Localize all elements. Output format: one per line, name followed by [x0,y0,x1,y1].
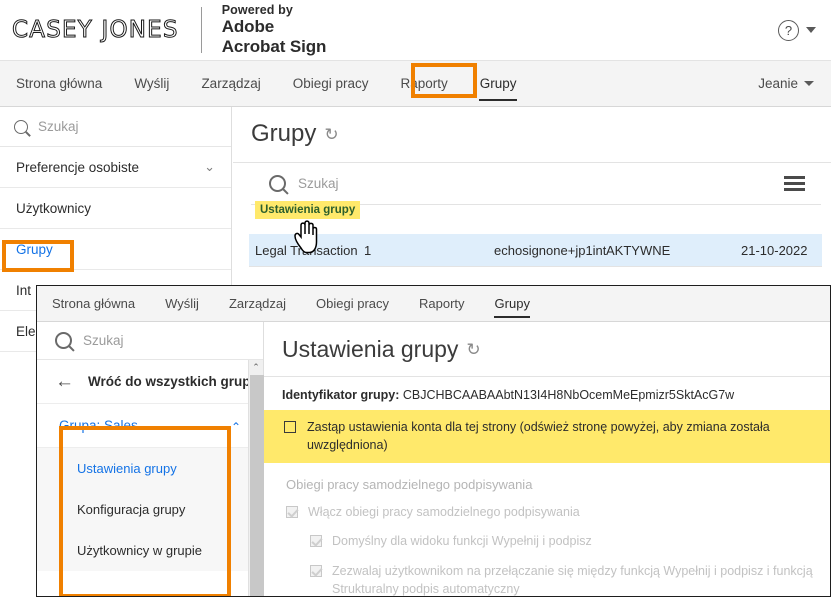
nav-tab-strona-glowna[interactable]: Strona główna [0,61,118,106]
option-label: Domyślny dla widoku funkcji Wypełnij i p… [332,534,592,549]
override-account-settings-row[interactable]: Zastąp ustawienia konta dla tej strony (… [264,410,830,464]
cell-date: 21-10-2022 [741,242,808,258]
option-row-wlacz-obiegi: Włącz obiegi pracy samodzielnego podpisy… [264,503,830,521]
sidebar-item-grupy[interactable]: Grupy [0,229,231,270]
cell-user-count: 1 [364,242,372,258]
overlay-nav-tab-strona-glowna[interactable]: Strona główna [37,286,150,321]
sidebar-item-label: Int [16,282,32,298]
sidebar-item-label: Preferencje osobiste [16,159,140,175]
option-label: Włącz obiegi pracy samodzielnego podpisy… [308,505,580,520]
app-header: CASEY JONES Powered by Adobe Acrobat Sig… [0,0,831,60]
brand-logo: CASEY JONES Powered by Adobe Acrobat Sig… [0,3,327,58]
group-identifier-row: Identyfikator grupy: CBJCHBCAABAAbtN13I4… [264,377,830,402]
nav-tab-zarzadzaj[interactable]: Zarządzaj [185,61,276,106]
overlay-sidebar-scrollbar[interactable]: ⌃ [248,360,264,596]
table-row[interactable]: Legal Transaction 1 echosignone+jp1inte … [249,234,822,267]
refresh-icon[interactable]: ↻ [324,126,338,143]
overlay-nav-tab-wyslij[interactable]: Wyślij [150,286,214,321]
help-circle-icon[interactable]: ? [778,19,799,41]
logo-divider [200,7,202,53]
powered-by-block: Powered by Adobe Acrobat Sign [222,3,327,58]
sidebar-item-label: Ele [16,323,36,339]
search-icon [55,332,72,349]
page-title: Grupy [251,120,317,147]
back-link-label: Wróć do wszystkich grup [88,374,251,389]
cell-email: echosignone+jp1inte [494,242,606,258]
hamburger-menu-icon[interactable] [784,176,805,191]
overlay-nav-tab-obiegi-pracy[interactable]: Obiegi pracy [301,286,404,321]
overlay-body: Szukaj ← Wróć do wszystkich grup Grupa: … [37,322,830,596]
groups-search-input[interactable]: Szukaj [298,176,339,191]
overlay-nav-tab-zarzadzaj[interactable]: Zarządzaj [214,286,301,321]
overlay-group-header[interactable]: Grupa: Sales ⌃ [37,404,263,448]
overlay-page-title-row: Ustawienia grupy ↻ [264,322,830,363]
overlay-submenu-konfiguracja-grupy[interactable]: Konfiguracja grupy [37,489,263,530]
overlay-submenu-uzytkownicy-w-grupie[interactable]: Użytkownicy w grupie [37,530,263,571]
sidebar-item-uzytkownicy[interactable]: Użytkownicy [0,188,231,229]
nav-tab-obiegi-pracy[interactable]: Obiegi pracy [277,61,385,106]
overlay-nav-tab-raporty[interactable]: Raporty [404,286,480,321]
override-checkbox-label: Zastąp ustawienia konta dla tej strony (… [307,420,770,453]
chevron-down-icon: ⌄ [204,159,215,174]
sidebar-item-label: Użytkownicy [16,200,92,216]
section-title-self-signing: Obiegi pracy samodzielnego podpisywania [286,477,533,493]
override-checkbox[interactable] [284,421,296,433]
sidebar-search-input[interactable]: Szukaj [38,119,79,134]
back-to-all-groups-link[interactable]: ← Wróć do wszystkich grup [37,360,263,404]
header-right-controls: ? [778,19,831,41]
cell-status: AKTYWNE [606,242,671,258]
nav-tab-grupy[interactable]: Grupy [464,61,533,106]
search-icon [269,175,286,192]
adobe-label: Adobe [221,17,275,37]
overlay-submenu-ustawienia-grupy[interactable]: Ustawienia grupy [37,448,263,489]
option-row-zezwalaj-przelaczanie: Zezwalaj użytkownikom na przełączanie si… [264,562,830,597]
groups-search-row: Szukaj [251,163,821,205]
overlay-sidebar: Szukaj ← Wróć do wszystkich grup Grupa: … [37,322,264,596]
group-identifier-value: CBJCHBCAABAAbtN13I4H8NbOcemMeEpmizr5SktA… [402,388,735,402]
page-title-row: Grupy ↻ [233,107,831,148]
overlay-group-label: Grupa: Sales [59,418,138,433]
chevron-down-icon[interactable] [806,27,816,33]
overlay-nav-tab-grupy[interactable]: Grupy [480,286,545,321]
acrobat-sign-label: Acrobat Sign [221,37,327,57]
nav-tab-wyslij[interactable]: Wyślij [118,61,185,106]
arrow-left-icon: ← [55,371,74,392]
sidebar-item-label: Grupy [16,241,53,257]
tooltip-ustawienia-grupy: Ustawienia grupy [255,201,361,219]
overlay-group-submenu: Ustawienia grupy Konfiguracja grupy Użyt… [37,448,263,571]
user-menu[interactable]: Jeanie [758,76,831,91]
main-nav-items: Strona główna Wyślij Zarządzaj Obiegi pr… [0,61,533,106]
overlay-content-panel: Ustawienia grupy ↻ Identyfikator grupy: … [264,322,830,596]
logo-text: CASEY JONES [12,17,179,44]
overlay-search-input[interactable]: Szukaj [83,333,124,348]
sidebar-item-preferencje-osobiste[interactable]: Preferencje osobiste ⌄ [0,147,231,188]
overlay-search-row[interactable]: Szukaj [37,322,263,360]
group-settings-overlay-window: Strona główna Wyślij Zarządzaj Obiegi pr… [36,285,831,597]
chevron-down-icon [804,81,814,86]
option-row-domyslny-wypelnij: Domyślny dla widoku funkcji Wypełnij i p… [264,532,830,550]
powered-by-label: Powered by [221,2,293,17]
scrollbar-thumb[interactable] [250,375,264,596]
nav-tab-raporty[interactable]: Raporty [385,61,464,106]
chevron-up-icon[interactable]: ⌃ [231,420,241,434]
screen-root: CASEY JONES Powered by Adobe Acrobat Sig… [0,0,831,597]
checkbox-domyslny-wypelnij [310,535,322,548]
overlay-page-title: Ustawienia grupy [282,336,459,362]
checkbox-zezwalaj-przelaczanie [310,564,322,577]
option-label: Zezwalaj użytkownikom na przełączanie si… [332,563,813,596]
cell-group-name: Legal Transaction [255,242,358,258]
sidebar-search-row[interactable]: Szukaj [0,107,231,147]
refresh-icon[interactable]: ↻ [466,341,480,358]
group-identifier-label: Identyfikator grupy: [282,388,400,402]
checkbox-wlacz-obiegi [286,506,298,519]
search-icon [14,119,28,134]
overlay-navigation-bar: Strona główna Wyślij Zarządzaj Obiegi pr… [37,286,830,322]
user-name-label: Jeanie [758,76,798,91]
scroll-up-arrow-icon[interactable]: ⌃ [249,360,263,375]
main-navigation-bar: Strona główna Wyślij Zarządzaj Obiegi pr… [0,60,831,107]
